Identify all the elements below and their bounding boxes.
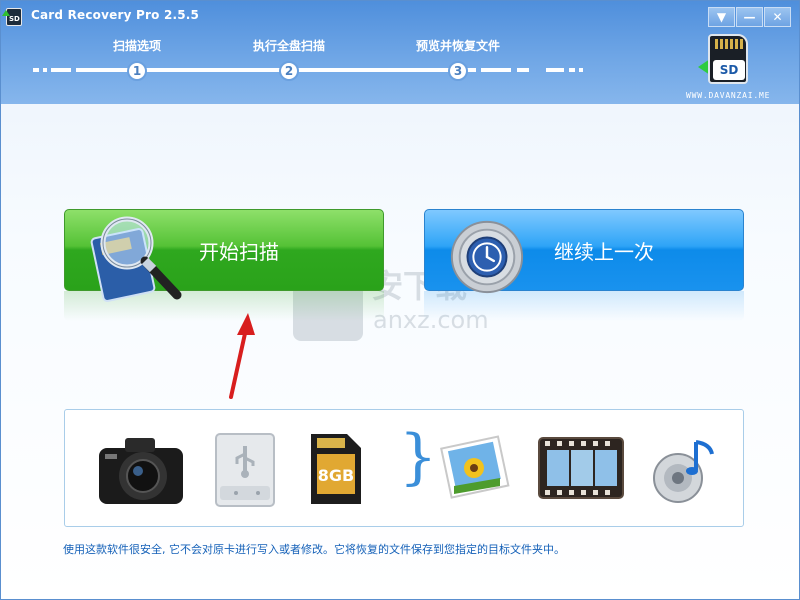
photo-icon (440, 435, 510, 499)
sd-label: SD (713, 60, 745, 80)
supported-media-panel: 8GB } (64, 409, 744, 527)
step-number: 3 (448, 61, 468, 81)
minimize-button[interactable]: — (736, 7, 763, 27)
sd-card-8gb-icon: 8GB (311, 434, 361, 504)
step-number: 1 (127, 61, 147, 81)
step-line-dash (579, 68, 583, 72)
app-window: SD Card Recovery Pro 2.5.5 ▼ — ✕ 扫描选项 1 … (0, 0, 800, 600)
camera-icon (99, 438, 183, 504)
step-line-dash (481, 68, 511, 72)
menu-button[interactable]: ▼ (708, 7, 735, 27)
step-label: 预览并恢复文件 (415, 39, 500, 53)
red-arrow-annotation (229, 313, 255, 399)
film-icon (538, 437, 624, 499)
step-line-dash (33, 68, 39, 72)
music-icon (653, 440, 714, 503)
step-label: 执行全盘扫描 (252, 39, 325, 53)
step-1: 扫描选项 1 (77, 37, 197, 81)
header-bar: SD Card Recovery Pro 2.5.5 ▼ — ✕ 扫描选项 1 … (1, 1, 799, 104)
sd-card-logo-icon: SD (708, 34, 748, 84)
step-3: 预览并恢复文件 3 (398, 37, 518, 81)
history-clock-icon (450, 220, 524, 294)
step-number: 2 (279, 61, 299, 81)
scan-magnifier-icon (90, 216, 182, 302)
window-title: Card Recovery Pro 2.5.5 (31, 8, 200, 22)
step-line-dash (546, 68, 564, 72)
brace-separator: } (399, 422, 438, 492)
app-icon: SD (2, 8, 22, 26)
start-scan-label: 开始扫描 (199, 239, 279, 264)
step-label: 扫描选项 (112, 39, 161, 53)
close-button[interactable]: ✕ (764, 7, 791, 27)
footer-info-text: 使用这款软件很安全, 它不会对原卡进行写入或者修改。它将恢复的文件保存到您指定的… (63, 543, 565, 556)
step-2: 执行全盘扫描 2 (229, 37, 349, 81)
step-line-dash (569, 68, 575, 72)
step-line-dash (517, 68, 529, 72)
continue-last-label: 继续上一次 (554, 239, 654, 264)
window-controls: ▼ — ✕ (707, 7, 791, 27)
step-line-dash (51, 68, 71, 72)
usb-drive-icon (215, 433, 275, 507)
step-line-dash (43, 68, 47, 72)
sd-capacity-label: 8GB (318, 466, 354, 485)
brand-url: WWW.DAVANZAI.ME (686, 91, 771, 100)
